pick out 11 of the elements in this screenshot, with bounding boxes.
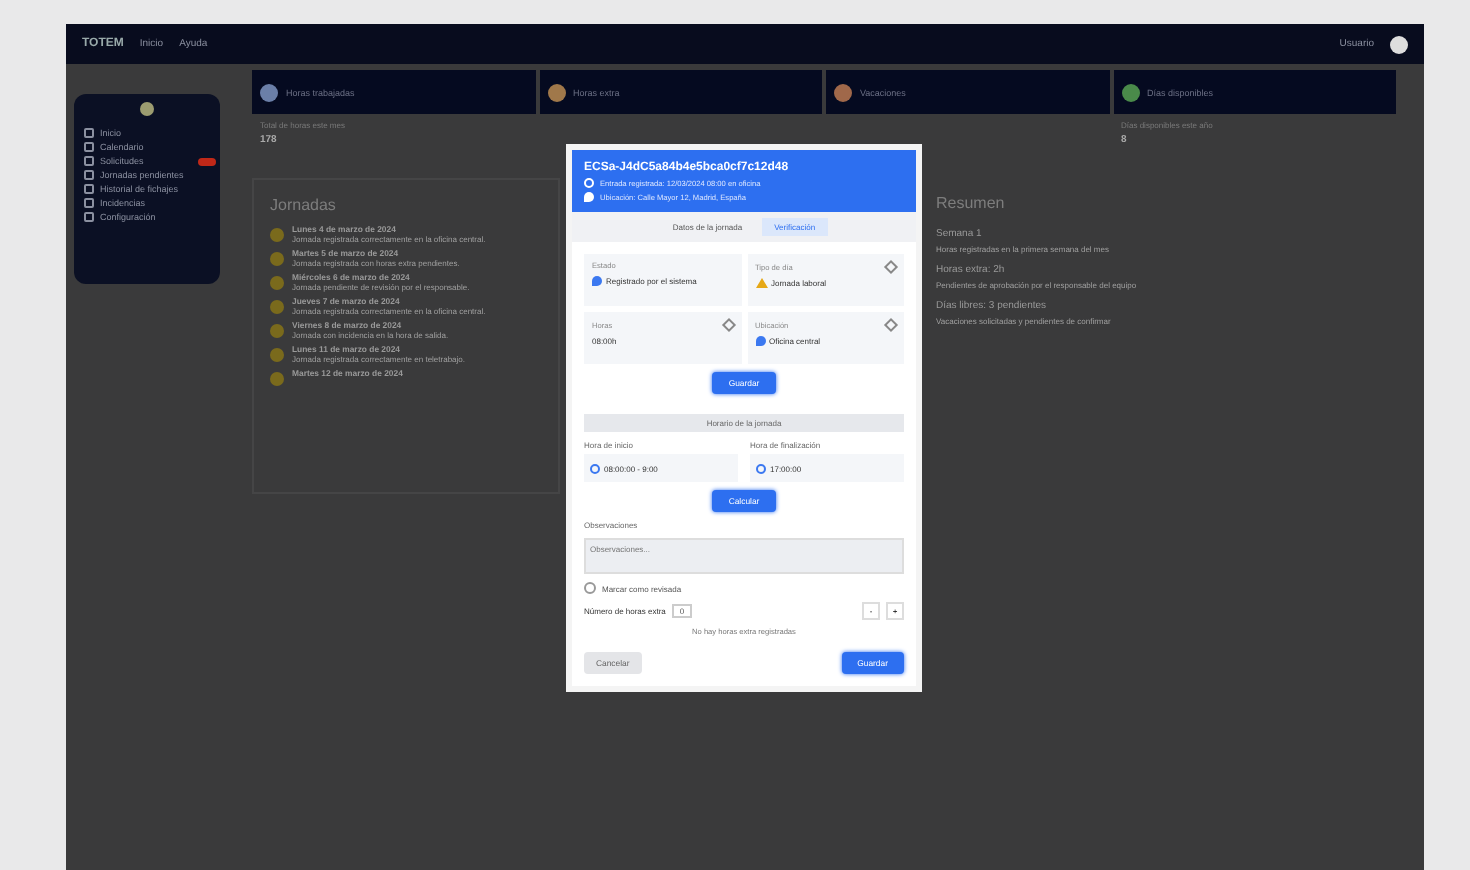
clock-icon <box>590 463 600 473</box>
checkbox[interactable] <box>584 582 596 594</box>
clock-icon <box>584 178 594 188</box>
pin-icon <box>584 192 594 202</box>
clock-icon <box>756 463 766 473</box>
logo-icon <box>140 102 154 116</box>
panel-title: Resumen <box>936 194 1007 212</box>
pin-icon <box>592 276 602 286</box>
panel-title: Jornadas <box>270 196 338 214</box>
avatar-icon[interactable] <box>1390 35 1408 53</box>
pin-icon <box>755 336 765 346</box>
